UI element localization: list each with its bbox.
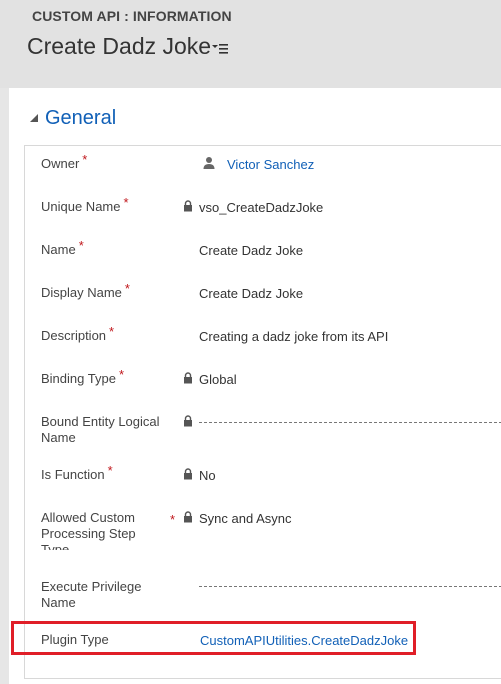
unique-name-value: vso_CreateDadzJoke bbox=[199, 200, 324, 215]
plugin-type-highlight-box bbox=[11, 621, 416, 655]
binding-type-value: Global bbox=[199, 372, 237, 387]
field-label-allowed-processing: Allowed Custom Processing Step Type bbox=[41, 510, 136, 550]
lock-icon bbox=[184, 511, 192, 523]
required-marker: * bbox=[118, 367, 124, 382]
required-marker: * bbox=[78, 238, 84, 253]
lock-icon bbox=[184, 372, 192, 384]
collapse-caret-icon[interactable] bbox=[29, 113, 39, 123]
field-label-unique-name: Unique Name * bbox=[41, 195, 129, 214]
field-row-display-name: Display Name * Create Dadz Joke bbox=[25, 281, 501, 325]
field-row-execute-privilege: Execute Privilege Name bbox=[25, 579, 501, 619]
required-marker: * bbox=[123, 195, 129, 210]
is-function-value: No bbox=[199, 468, 216, 483]
name-input[interactable]: Create Dadz Joke bbox=[199, 243, 303, 258]
field-label-display-name: Display Name * bbox=[41, 281, 130, 300]
display-name-input[interactable]: Create Dadz Joke bbox=[199, 286, 303, 301]
entity-label: CUSTOM API : INFORMATION bbox=[32, 8, 232, 24]
field-label-execute-privilege: Execute Privilege Name bbox=[41, 579, 142, 610]
field-row-unique-name: Unique Name * vso_CreateDadzJoke bbox=[25, 195, 501, 239]
field-row-name: Name * Create Dadz Joke bbox=[25, 238, 501, 282]
field-row-description: Description * Creating a dadz joke from i… bbox=[25, 324, 501, 368]
required-marker: * bbox=[109, 324, 115, 339]
owner-lookup-link[interactable]: Victor Sanchez bbox=[227, 157, 314, 172]
field-label-description: Description * bbox=[41, 324, 115, 343]
field-row-is-function: Is Function * No bbox=[25, 463, 501, 507]
field-row-binding-type: Binding Type * Global bbox=[25, 367, 501, 411]
required-marker: * bbox=[107, 463, 113, 478]
field-label-owner: Owner * bbox=[41, 152, 88, 171]
field-row-bound-entity: Bound Entity Logical Name bbox=[25, 414, 501, 454]
field-row-allowed-processing: Allowed Custom Processing Step Type * Sy… bbox=[25, 510, 501, 558]
section-header-general[interactable]: General bbox=[29, 106, 116, 130]
lock-icon bbox=[184, 200, 192, 212]
user-icon bbox=[203, 157, 215, 169]
lock-icon bbox=[184, 415, 192, 427]
field-row-owner: Owner * Victor Sanchez bbox=[25, 152, 501, 196]
section-title: General bbox=[45, 106, 117, 129]
lock-icon bbox=[184, 468, 192, 480]
allowed-processing-value: Sync and Async bbox=[199, 511, 292, 526]
form-body: General Owner * Victor Sanchez Unique Nam… bbox=[9, 88, 501, 684]
required-marker: * bbox=[82, 152, 88, 167]
record-header: CUSTOM API : INFORMATION Create Dadz Jok… bbox=[0, 0, 501, 88]
description-input[interactable]: Creating a dadz joke from its API bbox=[199, 329, 388, 344]
form-selector-icon[interactable] bbox=[211, 42, 229, 56]
required-marker: * bbox=[170, 512, 176, 527]
general-section-fields: Owner * Victor Sanchez Unique Name * vso_C… bbox=[24, 145, 501, 679]
field-label-name: Name * bbox=[41, 238, 84, 257]
empty-value-placeholder[interactable] bbox=[199, 586, 501, 587]
field-label-bound-entity: Bound Entity Logical Name bbox=[41, 414, 160, 445]
record-title: Create Dadz Joke bbox=[27, 33, 212, 59]
field-label-binding-type: Binding Type * bbox=[41, 367, 124, 386]
required-marker: * bbox=[124, 281, 130, 296]
empty-value-placeholder bbox=[199, 422, 501, 423]
field-label-is-function: Is Function * bbox=[41, 463, 113, 482]
